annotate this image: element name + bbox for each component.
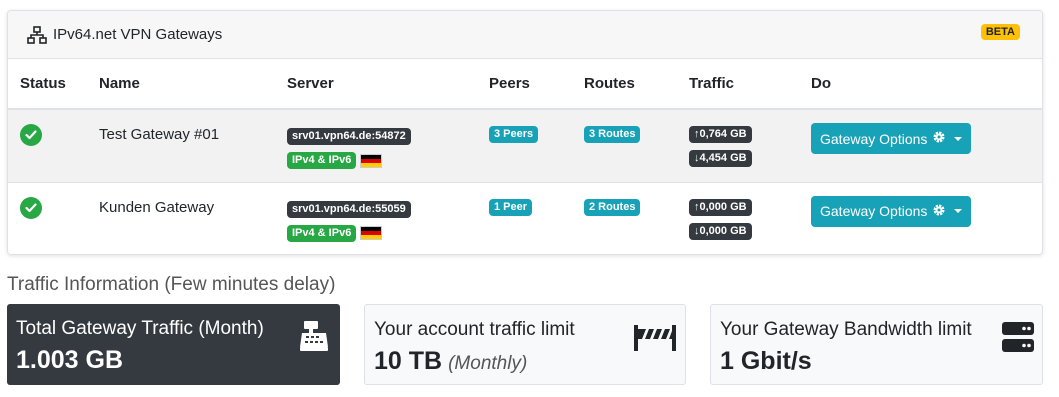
- gateway-options-button[interactable]: Gateway Options: [811, 123, 972, 154]
- network-icon: [27, 25, 47, 44]
- traffic-up-value: 0,764 GB: [699, 128, 747, 140]
- header-do[interactable]: Do: [811, 59, 1042, 110]
- traffic-up-value: 0,000 GB: [699, 200, 747, 213]
- traffic-info-title: Traffic Information (Few minutes delay): [7, 274, 336, 295]
- road-barrier-icon: [633, 321, 677, 358]
- vpn-gateways-card: IPv64.net VPN Gateways BETA Status Name …: [7, 10, 1043, 255]
- peers-badge[interactable]: 1 Peer: [489, 198, 533, 216]
- header-status[interactable]: Status: [8, 59, 99, 110]
- table-row: Kunden Gateway srv01.vpn64.de:55059 IPv4…: [8, 182, 1042, 254]
- gear-icon: [932, 130, 946, 147]
- germany-flag-icon: [360, 226, 383, 240]
- card-header: IPv64.net VPN Gateways BETA: [8, 11, 1042, 59]
- traffic-down-value: 0,000 GB: [699, 224, 747, 237]
- gateways-table: Status Name Server Peers Routes Traffic …: [8, 59, 1042, 254]
- ip-version-badge: IPv4 & IPv6: [287, 224, 357, 242]
- table-row: Test Gateway #01 srv01.vpn64.de:54872 IP…: [8, 109, 1042, 182]
- gateway-bandwidth-limit-box: Your Gateway Bandwidth limit 1 Gbit/s: [710, 304, 1043, 385]
- routes-badge[interactable]: 3 Routes: [584, 126, 641, 143]
- gateway-name: Kunden Gateway: [99, 198, 215, 216]
- info-value: 1 Gbit/s: [720, 347, 812, 375]
- traffic-down-value: 4,454 GB: [699, 152, 747, 164]
- header-routes[interactable]: Routes: [584, 59, 689, 110]
- card-title: IPv64.net VPN Gateways: [53, 26, 223, 43]
- gateway-name: Test Gateway #01: [99, 126, 220, 143]
- peers-badge[interactable]: 3 Peers: [489, 126, 539, 143]
- traffic-up-badge: ↑0,764 GB: [689, 126, 752, 143]
- gateway-options-button[interactable]: Gateway Options: [811, 195, 972, 227]
- header-server[interactable]: Server: [287, 59, 489, 110]
- header-name[interactable]: Name: [99, 59, 287, 110]
- gateway-options-label: Gateway Options: [820, 130, 928, 147]
- ip-version-badge: IPv4 & IPv6: [287, 152, 357, 169]
- cash-register-icon: [298, 320, 330, 357]
- info-label: Total Gateway Traffic (Month): [16, 318, 264, 339]
- check-circle-icon: [20, 196, 42, 219]
- traffic-down-badge: ↓4,454 GB: [689, 150, 752, 167]
- gear-icon: [932, 203, 946, 220]
- traffic-down-badge: ↓0,000 GB: [689, 222, 752, 240]
- gateway-options-label: Gateway Options: [820, 203, 928, 219]
- info-label: Your Gateway Bandwidth limit: [720, 319, 972, 340]
- header-traffic[interactable]: Traffic: [689, 59, 811, 110]
- chevron-down-icon: [954, 209, 963, 213]
- server-icon: [1002, 321, 1034, 358]
- server-badge: srv01.vpn64.de:54872: [287, 128, 411, 145]
- traffic-up-badge: ↑0,000 GB: [689, 198, 752, 216]
- server-badge: srv01.vpn64.de:55059: [287, 200, 411, 218]
- chevron-down-icon: [954, 136, 963, 141]
- beta-badge: BETA: [980, 24, 1020, 40]
- account-traffic-limit-box: Your account traffic limit 10 TB (Monthly…: [364, 304, 686, 385]
- total-traffic-box: Total Gateway Traffic (Month) 1.003 GB: [7, 304, 340, 385]
- info-value: 1.003 GB: [16, 346, 124, 374]
- check-circle-icon: [20, 124, 42, 146]
- info-value-sub: (Monthly): [448, 353, 528, 374]
- germany-flag-icon: [360, 153, 383, 168]
- routes-badge[interactable]: 2 Routes: [584, 198, 641, 216]
- header-peers[interactable]: Peers: [489, 59, 584, 110]
